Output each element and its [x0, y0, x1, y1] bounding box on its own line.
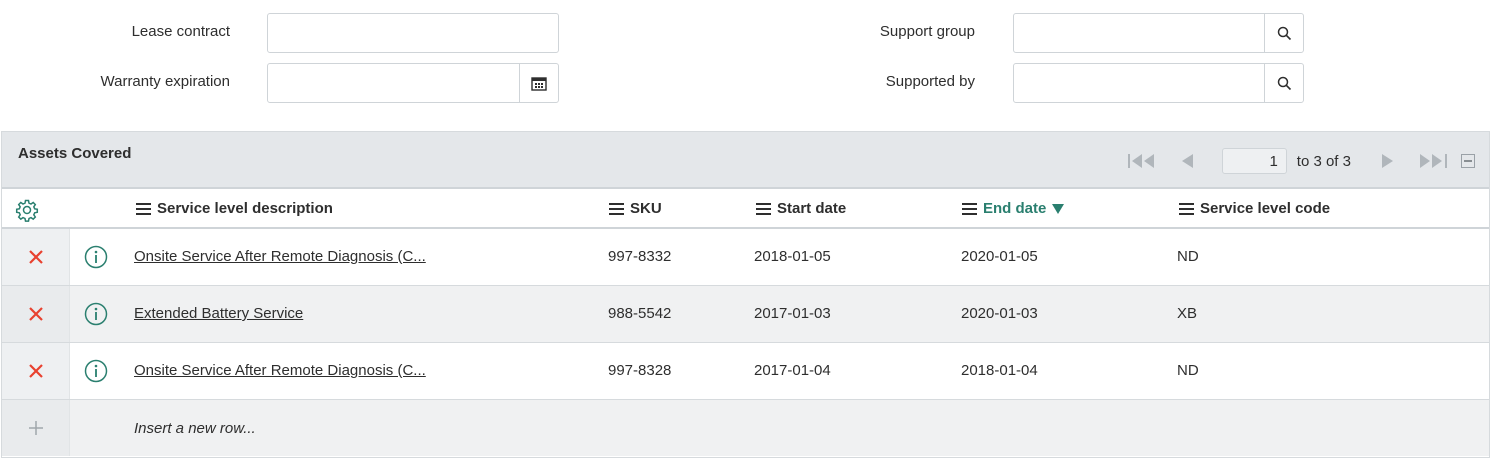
assets-covered-list: Assets Covered to 3 of 3 — [1, 131, 1490, 458]
delete-row-button[interactable] — [2, 343, 70, 399]
delete-row-button[interactable] — [2, 286, 70, 342]
info-icon — [84, 245, 108, 269]
support-group-field[interactable] — [1013, 13, 1304, 53]
sku-cell: 997-8328 — [608, 362, 672, 379]
column-label: Service level code — [1200, 200, 1331, 217]
start-date-cell: 2017-01-04 — [754, 362, 831, 379]
next-page-icon — [1382, 154, 1393, 168]
support-group-input[interactable] — [1014, 14, 1264, 52]
related-list-title: Assets Covered — [18, 145, 132, 162]
support-group-label: Support group — [879, 23, 975, 40]
service-level-code-cell: ND — [1177, 248, 1199, 265]
column-label: Service level description — [157, 200, 333, 217]
lease-contract-input[interactable] — [268, 14, 558, 52]
calendar-icon — [531, 76, 547, 91]
service-level-description-link[interactable]: Onsite Service After Remote Diagnosis (C… — [134, 248, 426, 265]
search-icon — [1277, 26, 1291, 40]
last-page-icon — [1420, 154, 1447, 168]
sku-cell: 988-5542 — [608, 305, 672, 322]
x-icon — [28, 364, 43, 378]
prev-page-icon — [1181, 154, 1193, 168]
column-menu-icon[interactable] — [756, 202, 771, 215]
warranty-expiration-label: Warranty expiration — [100, 73, 231, 90]
supported-by-lookup-button[interactable] — [1264, 64, 1303, 102]
sort-descending-icon — [1052, 203, 1065, 214]
table-row: Extended Battery Service 988-5542 2017-0… — [2, 286, 1489, 343]
column-label: End date — [983, 200, 1047, 217]
insert-new-row-link[interactable]: Insert a new row... — [134, 420, 256, 437]
lease-contract-field[interactable] — [267, 13, 559, 53]
info-icon — [84, 359, 108, 383]
table-row: Onsite Service After Remote Diagnosis (C… — [2, 343, 1489, 400]
plus-icon — [28, 421, 43, 435]
record-info-button[interactable] — [84, 359, 108, 387]
first-page-icon — [1127, 154, 1154, 168]
page-range-text: to 3 of 3 — [1296, 152, 1351, 170]
x-icon — [28, 307, 43, 321]
delete-row-button[interactable] — [2, 229, 70, 285]
column-end-date[interactable]: End date — [962, 200, 1065, 217]
supported-by-input[interactable] — [1014, 64, 1264, 102]
service-level-code-cell: XB — [1177, 305, 1198, 322]
page-number-input[interactable] — [1221, 148, 1287, 174]
list-settings-button[interactable] — [15, 198, 39, 226]
start-date-cell: 2018-01-05 — [754, 248, 831, 265]
collapse-button[interactable] — [1461, 154, 1475, 168]
service-level-code-cell: ND — [1177, 362, 1199, 379]
gear-icon — [15, 199, 39, 222]
column-menu-icon[interactable] — [962, 202, 977, 215]
info-icon — [84, 302, 108, 326]
pagination: to 3 of 3 — [1127, 148, 1475, 174]
insert-row: Insert a new row... — [2, 400, 1489, 456]
supported-by-field[interactable] — [1013, 63, 1304, 103]
related-list-header: Assets Covered to 3 of 3 — [2, 132, 1489, 189]
end-date-cell: 2020-01-05 — [961, 248, 1038, 265]
warranty-expiration-input[interactable] — [268, 64, 519, 102]
collapse-icon — [1461, 154, 1475, 168]
column-start-date[interactable]: Start date — [756, 200, 846, 217]
start-date-cell: 2017-01-03 — [754, 305, 831, 322]
column-menu-icon[interactable] — [609, 202, 624, 215]
next-page-button[interactable] — [1381, 154, 1395, 168]
column-label: Start date — [777, 200, 847, 217]
column-service-level-description[interactable]: Service level description — [136, 200, 333, 217]
end-date-cell: 2018-01-04 — [961, 362, 1038, 379]
column-header-row: Service level description SKU Start date… — [2, 189, 1489, 229]
first-page-button[interactable] — [1127, 154, 1158, 168]
add-row-button[interactable] — [2, 400, 70, 456]
supported-by-label: Supported by — [885, 73, 975, 90]
column-service-level-code[interactable]: Service level code — [1179, 200, 1330, 217]
x-icon — [28, 250, 43, 264]
table-row: Onsite Service After Remote Diagnosis (C… — [2, 229, 1489, 286]
service-level-description-link[interactable]: Extended Battery Service — [134, 305, 303, 322]
sku-cell: 997-8332 — [608, 248, 672, 265]
calendar-button[interactable] — [519, 64, 558, 102]
column-menu-icon[interactable] — [1179, 202, 1194, 215]
prev-page-button[interactable] — [1180, 154, 1194, 168]
column-sku[interactable]: SKU — [609, 200, 662, 217]
search-icon — [1277, 76, 1291, 90]
service-level-description-link[interactable]: Onsite Service After Remote Diagnosis (C… — [134, 362, 426, 379]
column-label: SKU — [630, 200, 662, 217]
record-info-button[interactable] — [84, 302, 108, 330]
record-info-button[interactable] — [84, 245, 108, 273]
lease-contract-label: Lease contract — [131, 23, 230, 40]
last-page-button[interactable] — [1417, 154, 1447, 168]
support-group-lookup-button[interactable] — [1264, 14, 1303, 52]
column-menu-icon[interactable] — [136, 202, 151, 215]
warranty-expiration-field[interactable] — [267, 63, 559, 103]
end-date-cell: 2020-01-03 — [961, 305, 1038, 322]
